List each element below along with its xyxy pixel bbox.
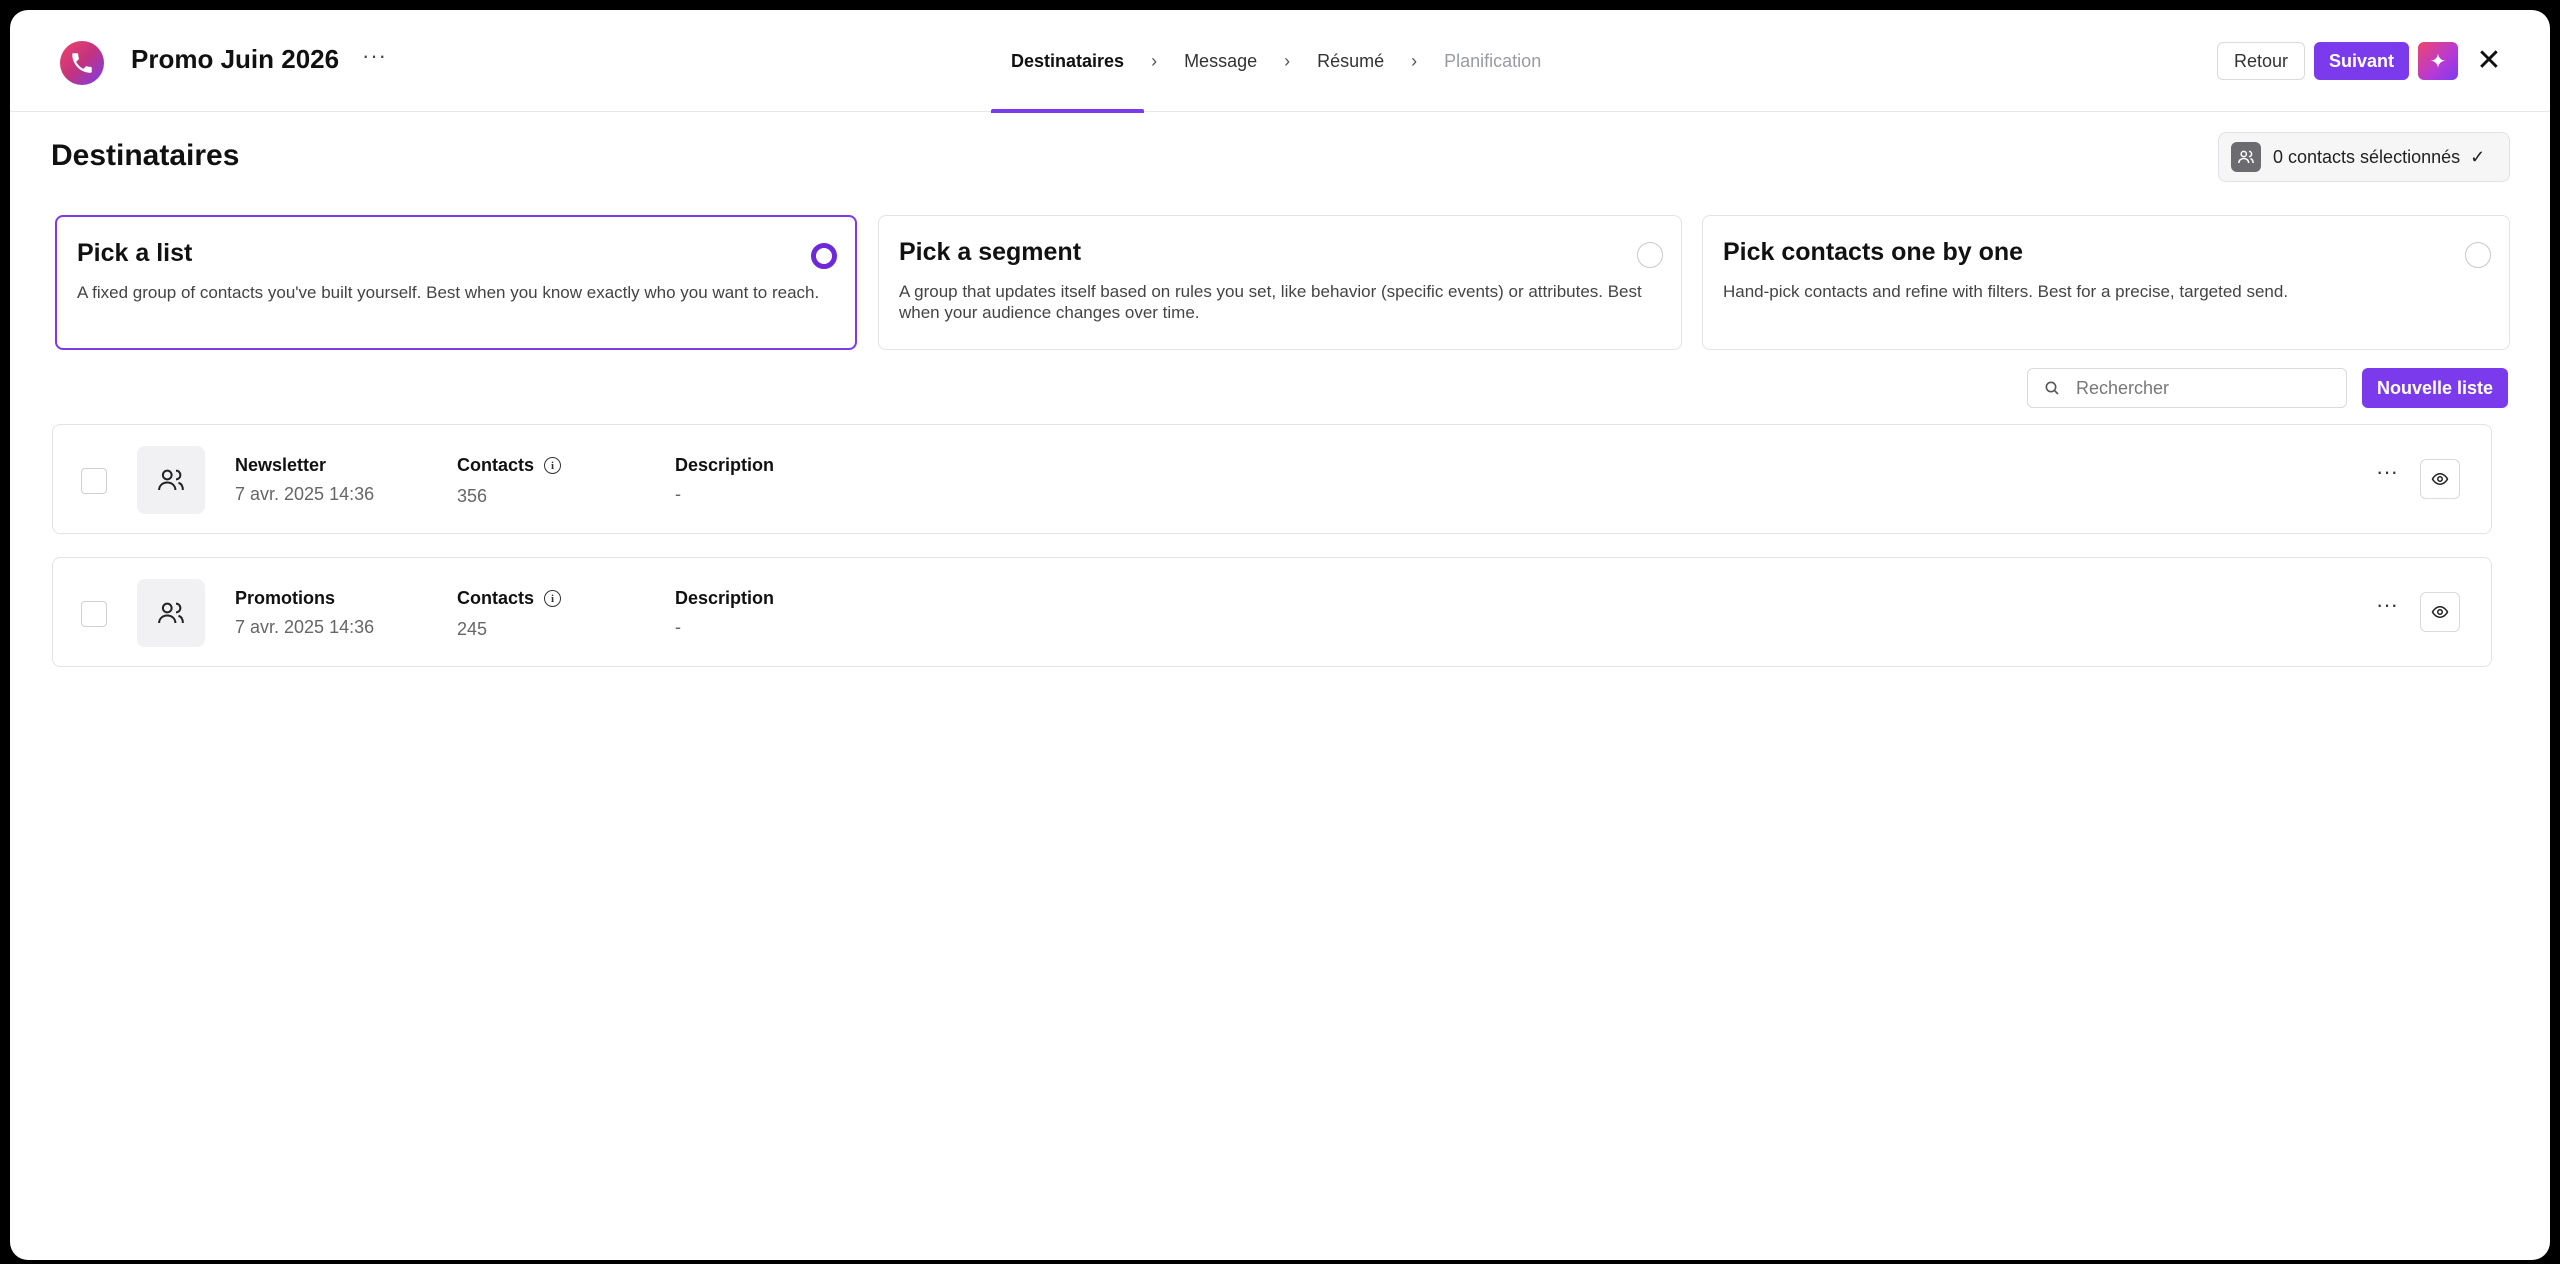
selected-contacts-badge[interactable]: 0 contacts sélectionnés ✓	[2218, 132, 2510, 182]
chevron-right-icon: ›	[1284, 50, 1291, 71]
contacts-label: Contacts i	[457, 588, 562, 609]
back-button[interactable]: Retour	[2217, 42, 2305, 80]
list-row[interactable]: Promotions 7 avr. 2025 14:36 Contacts i …	[52, 557, 2492, 667]
option-description: A fixed group of contacts you've built y…	[77, 283, 820, 302]
users-icon	[158, 469, 184, 491]
campaign-title: Promo Juin 2026	[131, 44, 340, 74]
chevron-right-icon: ›	[1411, 50, 1418, 71]
eye-icon	[2431, 472, 2449, 486]
option-title: Pick a list	[77, 239, 193, 267]
campaign-more-icon[interactable]: ···	[362, 45, 387, 67]
option-pick-segment[interactable]: Pick a segment A group that updates itse…	[878, 215, 1682, 350]
option-description: A group that updates itself based on rul…	[899, 282, 1642, 322]
selected-count-label: 0 contacts sélectionnés	[2273, 146, 2461, 167]
view-button[interactable]	[2420, 459, 2460, 499]
contacts-count: 356	[457, 486, 488, 506]
radio-selected[interactable]	[811, 243, 837, 269]
page-title: Destinataires	[51, 139, 240, 172]
list-name: Promotions	[235, 588, 336, 608]
new-list-button[interactable]: Nouvelle liste	[2362, 368, 2508, 408]
phone-icon	[72, 53, 92, 73]
list-row[interactable]: Newsletter 7 avr. 2025 14:36 Contacts i …	[52, 424, 2492, 534]
chevron-right-icon: ›	[1151, 50, 1158, 71]
sparkle-icon: ✦	[2429, 50, 2447, 73]
step-resume[interactable]: Résumé	[1297, 10, 1404, 112]
stepper: Destinataires › Message › Résumé › Plani…	[991, 10, 1561, 113]
option-title: Pick contacts one by one	[1723, 238, 2024, 266]
list-avatar	[137, 579, 205, 647]
view-button[interactable]	[2420, 592, 2460, 632]
users-icon	[2231, 142, 2261, 172]
description-label: Description	[675, 455, 775, 475]
description-value: -	[675, 484, 681, 504]
option-pick-list[interactable]: Pick a list A fixed group of contacts yo…	[55, 215, 857, 350]
step-destinataires[interactable]: Destinataires	[991, 10, 1145, 113]
contacts-count: 245	[457, 619, 488, 639]
app-logo	[60, 41, 104, 85]
eye-icon	[2431, 605, 2449, 619]
radio-unselected[interactable]	[2465, 242, 2491, 268]
list-date: 7 avr. 2025 14:36	[235, 484, 375, 504]
search-input[interactable]	[2076, 377, 2326, 399]
option-description: Hand-pick contacts and refine with filte…	[1723, 282, 2289, 301]
option-pick-contacts[interactable]: Pick contacts one by one Hand-pick conta…	[1702, 215, 2510, 350]
check-icon: ✓	[2470, 146, 2486, 167]
close-icon: ✕	[2476, 44, 2502, 77]
list-name: Newsletter	[235, 455, 327, 475]
contacts-label-text: Contacts	[457, 588, 535, 608]
description-value: -	[675, 617, 681, 637]
row-more-icon[interactable]: ···	[2369, 594, 2405, 630]
row-checkbox[interactable]	[81, 468, 107, 494]
description-label: Description	[675, 588, 775, 608]
contacts-label-text: Contacts	[457, 455, 535, 475]
info-icon[interactable]: i	[544, 457, 562, 474]
step-message[interactable]: Message	[1164, 10, 1277, 112]
list-avatar	[137, 446, 205, 514]
modal-window: Promo Juin 2026 ··· Destinataires › Mess…	[10, 10, 2550, 1260]
option-title: Pick a segment	[899, 238, 1082, 266]
search-icon	[2045, 381, 2059, 395]
step-planification: Planification	[1444, 50, 1542, 71]
ai-sparkle-button[interactable]: ✦	[2418, 42, 2458, 80]
top-bar: Promo Juin 2026 ··· Destinataires › Mess…	[10, 10, 2550, 113]
search-box[interactable]	[2027, 368, 2347, 408]
next-button[interactable]: Suivant	[2314, 42, 2409, 80]
users-icon	[158, 602, 184, 624]
row-more-icon[interactable]: ···	[2369, 461, 2405, 497]
list-date: 7 avr. 2025 14:36	[235, 617, 375, 637]
contacts-label: Contacts i	[457, 455, 562, 476]
close-button[interactable]: ✕	[2470, 42, 2508, 80]
info-icon[interactable]: i	[544, 590, 562, 607]
radio-unselected[interactable]	[1637, 242, 1663, 268]
row-checkbox[interactable]	[81, 601, 107, 627]
